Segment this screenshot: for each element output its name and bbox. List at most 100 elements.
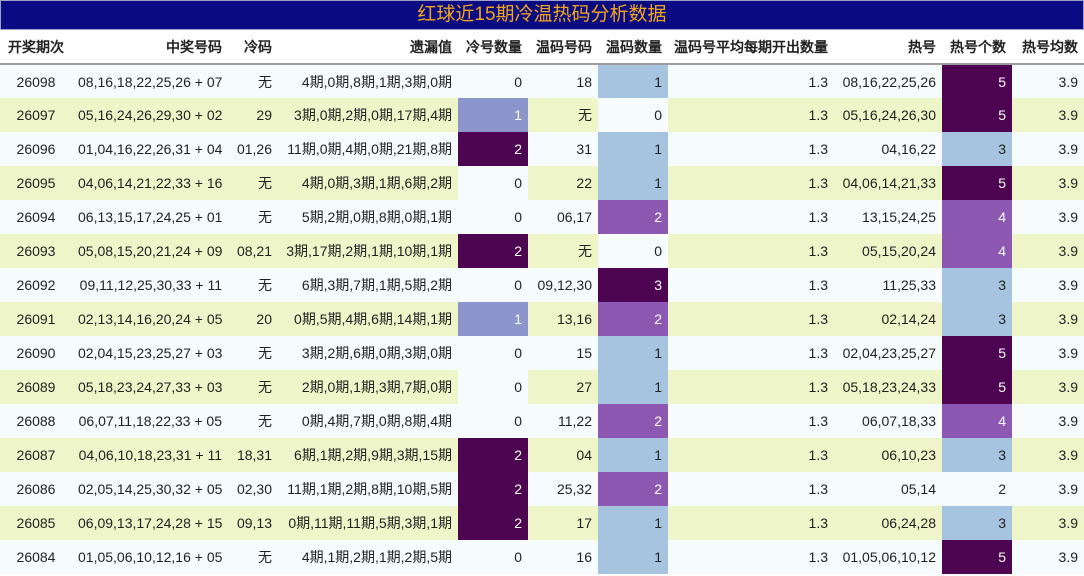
issue-cell: 26095 bbox=[0, 166, 72, 200]
cold-cell: 无 bbox=[228, 268, 278, 302]
numbers-cell: 01,04,16,22,26,31 + 04 bbox=[72, 132, 228, 166]
warm-cell: 18 bbox=[528, 64, 598, 98]
hot-cell: 06,24,28 bbox=[834, 506, 942, 540]
warm-avg-cell: 1.3 bbox=[668, 234, 834, 268]
issue-cell: 26090 bbox=[0, 336, 72, 370]
issue-cell: 26086 bbox=[0, 472, 72, 506]
issue-cell: 26088 bbox=[0, 404, 72, 438]
hot-avg-cell: 3.9 bbox=[1012, 132, 1084, 166]
table-row[interactable]: 26091 02,13,14,16,20,24 + 05 20 0期,5期,4期,6期… bbox=[0, 302, 1084, 336]
warm-count-cell: 2 bbox=[598, 472, 668, 506]
omission-cell: 5期,2期,0期,8期,0期,1期 bbox=[278, 200, 458, 234]
header-hot-count[interactable]: 热号个数 bbox=[942, 30, 1012, 65]
header-cold-count[interactable]: 冷号数量 bbox=[458, 30, 528, 65]
table-header-row: 开奖期次 中奖号码 冷码 遗漏值 冷号数量 温码号码 温码数量 温码号平均每期开… bbox=[0, 30, 1084, 65]
hot-cell: 06,07,18,33 bbox=[834, 404, 942, 438]
issue-cell: 26096 bbox=[0, 132, 72, 166]
table-row[interactable]: 26095 04,06,14,21,22,33 + 16 无 4期,0期,3期,1期,… bbox=[0, 166, 1084, 200]
numbers-cell: 02,04,15,23,25,27 + 03 bbox=[72, 336, 228, 370]
table-row[interactable]: 26087 04,06,10,18,23,31 + 11 18,31 6期,1期,2期… bbox=[0, 438, 1084, 472]
omission-cell: 11期,0期,4期,0期,21期,8期 bbox=[278, 132, 458, 166]
omission-cell: 0期,4期,7期,0期,8期,4期 bbox=[278, 404, 458, 438]
header-warm-avg[interactable]: 温码号平均每期开出数量 bbox=[668, 30, 834, 65]
warm-cell: 15 bbox=[528, 336, 598, 370]
header-issue[interactable]: 开奖期次 bbox=[0, 30, 72, 65]
warm-avg-cell: 1.3 bbox=[668, 472, 834, 506]
table-row[interactable]: 26088 06,07,11,18,22,33 + 05 无 0期,4期,7期,0期,… bbox=[0, 404, 1084, 438]
table-row[interactable]: 26084 01,05,06,10,12,16 + 05 无 4期,1期,2期,1期,… bbox=[0, 540, 1084, 574]
hot-cell: 05,16,24,26,30 bbox=[834, 98, 942, 132]
warm-cell: 09,12,30 bbox=[528, 268, 598, 302]
cold-count-cell: 0 bbox=[458, 370, 528, 404]
hot-avg-cell: 3.9 bbox=[1012, 302, 1084, 336]
cold-count-cell: 2 bbox=[458, 438, 528, 472]
warm-count-cell: 1 bbox=[598, 132, 668, 166]
issue-cell: 26097 bbox=[0, 98, 72, 132]
hot-cell: 11,25,33 bbox=[834, 268, 942, 302]
hot-avg-cell: 3.9 bbox=[1012, 98, 1084, 132]
warm-count-cell: 2 bbox=[598, 302, 668, 336]
cold-cell: 09,13 bbox=[228, 506, 278, 540]
hot-cell: 01,05,06,10,12 bbox=[834, 540, 942, 574]
table-row[interactable]: 26098 08,16,18,22,25,26 + 07 无 4期,0期,8期,1期,… bbox=[0, 64, 1084, 98]
table-row[interactable]: 26093 05,08,15,20,21,24 + 09 08,21 3期,17期,2… bbox=[0, 234, 1084, 268]
cold-cell: 无 bbox=[228, 370, 278, 404]
hot-cell: 08,16,22,25,26 bbox=[834, 64, 942, 98]
table-row[interactable]: 26090 02,04,15,23,25,27 + 03 无 3期,2期,6期,0期,… bbox=[0, 336, 1084, 370]
table-row[interactable]: 26089 05,18,23,24,27,33 + 03 无 2期,0期,1期,3期,… bbox=[0, 370, 1084, 404]
header-cold[interactable]: 冷码 bbox=[228, 30, 278, 65]
omission-cell: 11期,1期,2期,8期,10期,5期 bbox=[278, 472, 458, 506]
hot-avg-cell: 3.9 bbox=[1012, 438, 1084, 472]
numbers-cell: 04,06,14,21,22,33 + 16 bbox=[72, 166, 228, 200]
hot-avg-cell: 3.9 bbox=[1012, 200, 1084, 234]
issue-cell: 26094 bbox=[0, 200, 72, 234]
table-row[interactable]: 26092 09,11,12,25,30,33 + 11 无 6期,3期,7期,1期,… bbox=[0, 268, 1084, 302]
issue-cell: 26089 bbox=[0, 370, 72, 404]
page: 红球近15期冷温热码分析数据 开奖期次 中奖号码 冷码 遗漏值 冷号数量 温码号… bbox=[0, 0, 1084, 576]
hot-avg-cell: 3.9 bbox=[1012, 336, 1084, 370]
cold-count-cell: 0 bbox=[458, 268, 528, 302]
header-warm-count[interactable]: 温码数量 bbox=[598, 30, 668, 65]
warm-cell: 22 bbox=[528, 166, 598, 200]
cold-count-cell: 0 bbox=[458, 336, 528, 370]
cold-cell: 无 bbox=[228, 64, 278, 98]
warm-avg-cell: 1.3 bbox=[668, 132, 834, 166]
header-numbers[interactable]: 中奖号码 bbox=[72, 30, 228, 65]
header-omission[interactable]: 遗漏值 bbox=[278, 30, 458, 65]
omission-cell: 3期,2期,6期,0期,3期,0期 bbox=[278, 336, 458, 370]
cold-count-cell: 2 bbox=[458, 506, 528, 540]
warm-cell: 25,32 bbox=[528, 472, 598, 506]
cold-count-cell: 0 bbox=[458, 540, 528, 574]
hot-cell: 05,18,23,24,33 bbox=[834, 370, 942, 404]
table-row[interactable]: 26097 05,16,24,26,29,30 + 02 29 3期,0期,2期,0期… bbox=[0, 98, 1084, 132]
header-warm[interactable]: 温码号码 bbox=[528, 30, 598, 65]
warm-cell: 17 bbox=[528, 506, 598, 540]
page-title: 红球近15期冷温热码分析数据 bbox=[0, 0, 1084, 30]
table-row[interactable]: 26086 02,05,14,25,30,32 + 05 02,30 11期,1期,2… bbox=[0, 472, 1084, 506]
warm-cell: 无 bbox=[528, 98, 598, 132]
hot-avg-cell: 3.9 bbox=[1012, 234, 1084, 268]
warm-count-cell: 0 bbox=[598, 234, 668, 268]
warm-avg-cell: 1.3 bbox=[668, 404, 834, 438]
cold-cell: 无 bbox=[228, 540, 278, 574]
issue-cell: 26091 bbox=[0, 302, 72, 336]
warm-cell: 31 bbox=[528, 132, 598, 166]
header-hot[interactable]: 热号 bbox=[834, 30, 942, 65]
table-row[interactable]: 26094 06,13,15,17,24,25 + 01 无 5期,2期,0期,8期,… bbox=[0, 200, 1084, 234]
omission-cell: 2期,0期,1期,3期,7期,0期 bbox=[278, 370, 458, 404]
warm-avg-cell: 1.3 bbox=[668, 64, 834, 98]
header-hot-avg[interactable]: 热号均数 bbox=[1012, 30, 1084, 65]
warm-count-cell: 1 bbox=[598, 370, 668, 404]
hot-count-cell: 2 bbox=[942, 472, 1012, 506]
warm-count-cell: 1 bbox=[598, 336, 668, 370]
table-row[interactable]: 26085 06,09,13,17,24,28 + 15 09,13 0期,11期,1… bbox=[0, 506, 1084, 540]
cold-count-cell: 1 bbox=[458, 98, 528, 132]
cold-cell: 29 bbox=[228, 98, 278, 132]
warm-avg-cell: 1.3 bbox=[668, 268, 834, 302]
numbers-cell: 02,13,14,16,20,24 + 05 bbox=[72, 302, 228, 336]
warm-cell: 04 bbox=[528, 438, 598, 472]
hot-avg-cell: 3.9 bbox=[1012, 166, 1084, 200]
cold-cell: 无 bbox=[228, 404, 278, 438]
numbers-cell: 06,13,15,17,24,25 + 01 bbox=[72, 200, 228, 234]
table-row[interactable]: 26096 01,04,16,22,26,31 + 04 01,26 11期,0期,4… bbox=[0, 132, 1084, 166]
